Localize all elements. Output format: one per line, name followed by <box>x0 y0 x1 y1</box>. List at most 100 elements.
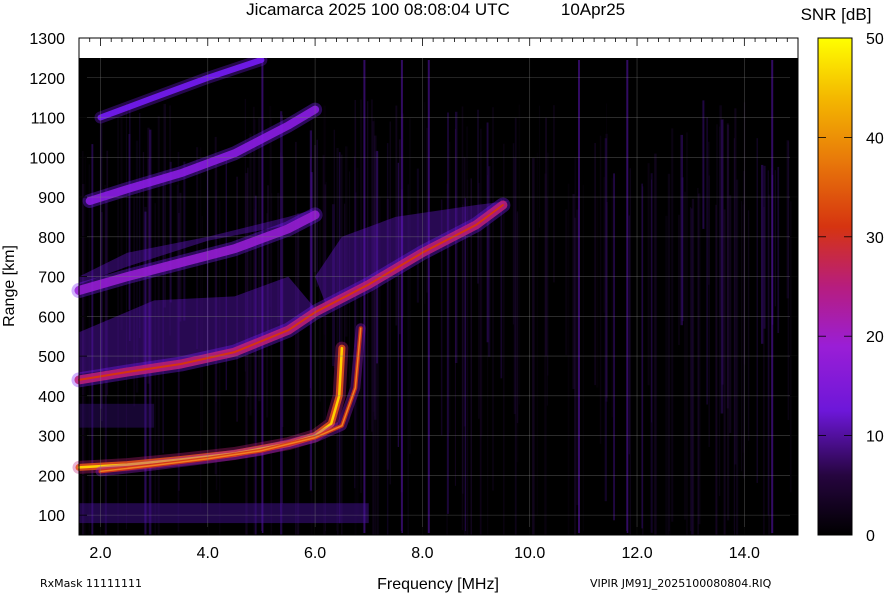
spread-echo <box>79 403 155 428</box>
interference-streak <box>789 201 792 493</box>
interference-streak <box>183 161 186 321</box>
interference-streak <box>423 101 426 305</box>
x-tick-label: 14.0 <box>729 545 760 562</box>
interference-streak <box>599 135 602 444</box>
interference-column <box>626 60 629 533</box>
interference-streak <box>698 193 701 525</box>
interference-streak <box>553 105 555 283</box>
no-data-strip <box>79 38 798 58</box>
y-tick-label: 1200 <box>29 71 65 88</box>
interference-streak <box>139 113 141 338</box>
interference-streak <box>532 158 535 535</box>
interference-streak <box>258 118 261 402</box>
plot-area <box>71 37 799 536</box>
interference-streak <box>596 196 599 388</box>
interference-streak <box>715 204 717 536</box>
y-tick-label: 1100 <box>31 111 66 128</box>
x-tick-label: 2.0 <box>89 545 111 562</box>
interference-streak <box>480 128 482 535</box>
interference-streak <box>389 121 391 485</box>
interference-streak <box>295 141 297 535</box>
interference-streak <box>708 141 710 285</box>
colorbar-tick-label: 40 <box>866 130 884 147</box>
colorbar-tick-label: 20 <box>866 329 884 346</box>
interference-streak <box>685 132 688 535</box>
interference-streak <box>372 121 375 535</box>
interference-streak <box>761 164 764 344</box>
interference-streak <box>774 170 776 307</box>
y-tick-label: 600 <box>38 309 65 326</box>
interference-streak <box>741 201 743 472</box>
interference-streak <box>726 123 729 409</box>
interference-streak <box>395 105 398 326</box>
data-filename: VIPIR JM91J_2025100080804.RIQ <box>590 577 772 590</box>
interference-streak <box>492 107 494 491</box>
x-tick-label: 8.0 <box>411 545 433 562</box>
y-tick-label: 400 <box>38 389 65 406</box>
interference-streak <box>719 105 722 317</box>
interference-streak <box>565 209 568 356</box>
x-tick-label: 12.0 <box>621 545 652 562</box>
colorbar-label: SNR [dB] <box>801 5 872 24</box>
interference-streak <box>461 106 464 531</box>
y-tick-label: 100 <box>38 508 65 525</box>
interference-streak <box>768 194 770 535</box>
chart-date: 10Apr25 <box>561 0 625 19</box>
interference-streak <box>516 211 519 424</box>
interference-streak <box>647 163 650 386</box>
rx-mask-label: RxMask 11111111 <box>40 577 142 590</box>
interference-streak <box>689 207 691 535</box>
colorbar <box>817 37 853 536</box>
interference-streak <box>464 198 466 535</box>
interference-streak <box>408 118 411 454</box>
x-tick-label: 6.0 <box>304 545 326 562</box>
interference-streak <box>611 178 614 418</box>
interference-streak <box>120 106 123 331</box>
interference-streak <box>706 117 708 405</box>
interference-streak <box>756 138 758 483</box>
interference-streak <box>449 141 451 434</box>
interference-streak <box>678 214 680 345</box>
interference-streak <box>488 166 491 357</box>
interference-streak <box>336 148 339 535</box>
interference-streak <box>397 162 399 448</box>
chart-title: Jicamarca 2025 100 08:08:04 UTC <box>246 0 510 19</box>
interference-streak <box>665 215 668 536</box>
interference-column <box>400 60 403 533</box>
x-tick-label: 4.0 <box>197 545 219 562</box>
interference-column <box>427 60 430 533</box>
interference-streak <box>747 210 750 441</box>
interference-streak <box>544 173 547 535</box>
interference-column <box>771 60 774 533</box>
interference-streak <box>297 213 300 535</box>
interference-streak <box>681 177 684 322</box>
y-tick-label: 1000 <box>29 150 65 167</box>
interference-streak <box>249 133 252 416</box>
y-tick-label: 300 <box>38 429 65 446</box>
y-tick-label: 700 <box>38 270 65 287</box>
low-range-echo <box>79 503 369 524</box>
interference-streak <box>518 104 521 405</box>
interference-streak <box>729 195 732 433</box>
interference-streak <box>512 143 515 325</box>
interference-streak <box>567 183 570 535</box>
interference-streak <box>671 128 674 522</box>
colorbar-tick-label: 0 <box>866 528 875 545</box>
interference-streak <box>777 166 780 333</box>
interference-streak <box>603 177 606 313</box>
y-tick-label: 900 <box>38 190 65 207</box>
interference-streak <box>683 191 687 520</box>
interference-column <box>363 60 366 533</box>
interference-streak <box>500 199 503 379</box>
interference-streak <box>650 173 653 533</box>
y-axis-label: Range [km] <box>1 245 18 327</box>
interference-streak <box>763 207 765 535</box>
interference-streak <box>613 173 615 521</box>
interference-streak <box>628 215 630 455</box>
colorbar-tick-label: 30 <box>866 230 884 247</box>
interference-streak <box>691 198 695 535</box>
interference-streak <box>539 105 541 228</box>
interference-streak <box>536 152 538 515</box>
interference-streak <box>466 126 468 536</box>
interference-streak <box>454 128 456 486</box>
